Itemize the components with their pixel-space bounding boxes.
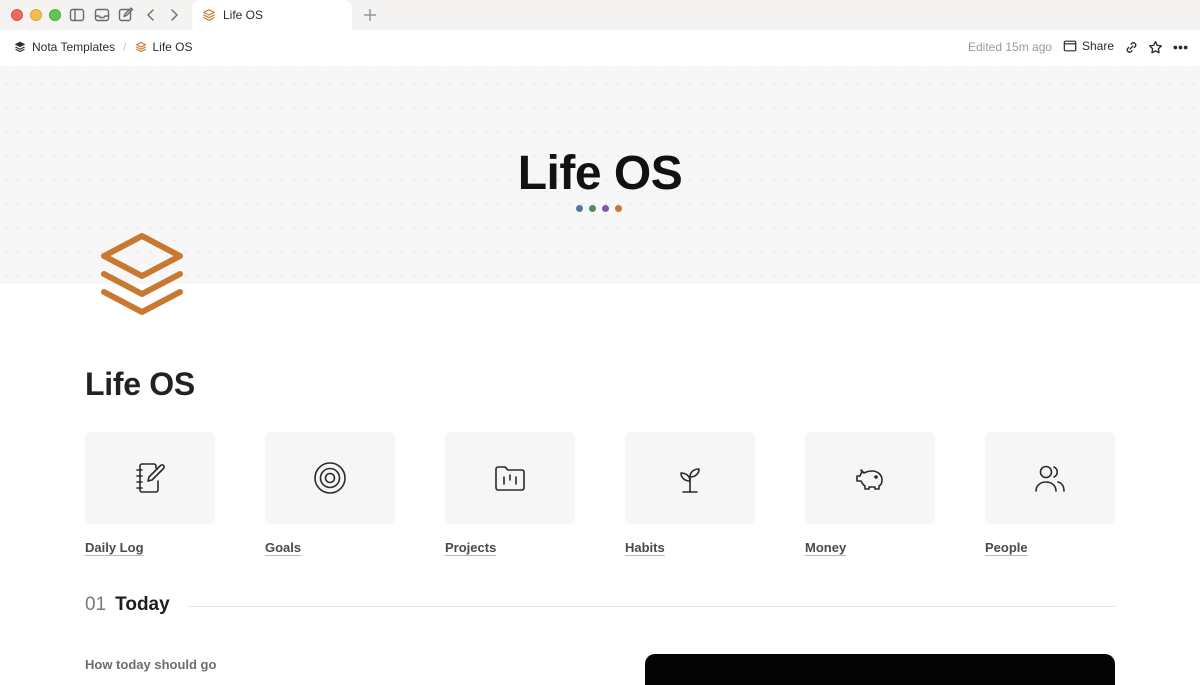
breadcrumb-item-workspace[interactable]: Nota Templates [14,40,115,54]
cover-dot-green [589,205,596,212]
card-money[interactable] [805,432,935,524]
forward-arrow-icon[interactable] [165,6,183,24]
edited-timestamp: Edited 15m ago [968,40,1053,54]
stack-layers-icon [101,233,183,315]
section-number: 01 [85,594,107,615]
users-icon [1035,465,1065,492]
card-habits[interactable] [625,432,755,524]
back-arrow-icon[interactable] [142,6,160,24]
cover-dots [576,205,622,212]
target-icon [314,462,346,494]
plus-icon [364,9,376,21]
cover-dot-blue [576,205,583,212]
breadcrumb-item-page[interactable]: Life OS [135,40,193,54]
tab-label: Life OS [223,8,264,22]
more-options-icon[interactable] [1172,39,1188,55]
card-projects[interactable] [445,432,575,524]
breadcrumb-label: Life OS [152,40,193,54]
stack-layers-icon [15,41,25,53]
zoom-window-button[interactable] [49,9,61,21]
page-heading: Life OS [85,366,195,402]
compose-icon[interactable] [117,6,135,24]
cover-title: Life OS [517,147,683,200]
title-bar: Life OS [0,0,1200,30]
sidebar-toggle-icon[interactable] [68,6,86,24]
embed-block[interactable] [645,654,1115,685]
card-label-daily-log[interactable]: Daily Log [85,540,144,555]
card-label-people[interactable]: People [985,540,1028,555]
card-goals[interactable] [265,432,395,524]
breadcrumb-label: Nota Templates [32,40,116,54]
new-tab-button[interactable] [361,6,379,24]
stack-layers-icon [203,9,215,21]
folder-chart-icon [495,466,525,491]
minimize-window-button[interactable] [30,9,42,21]
card-label-projects[interactable]: Projects [445,540,496,555]
cover-dot-orange [615,205,622,212]
card-people[interactable] [985,432,1115,524]
section-heading: 01 Today [85,594,170,616]
notebook-pen-icon [136,463,165,493]
card-label-goals[interactable]: Goals [265,540,301,555]
section-divider [188,606,1115,607]
breadcrumb: Nota Templates / Life OS [14,40,193,54]
window-icon [1063,40,1077,52]
share-button[interactable]: Share [1063,39,1114,53]
star-icon[interactable] [1147,39,1163,55]
cover-dot-purple [602,205,609,212]
card-label-habits[interactable]: Habits [625,540,665,555]
link-icon[interactable] [1123,39,1139,55]
page-toolbar: Nota Templates / Life OS Edited 15m ago … [0,30,1200,66]
card-label-money[interactable]: Money [805,540,846,555]
sprout-icon [680,468,700,493]
breadcrumb-separator: / [123,40,127,54]
today-subheading: How today should go [85,657,217,672]
share-label: Share [1082,39,1115,53]
tab-life-os[interactable]: Life OS [192,0,352,30]
stack-layers-icon [135,41,146,53]
section-title: Today [115,594,170,615]
inbox-icon[interactable] [93,6,111,24]
close-window-button[interactable] [11,9,23,21]
piggy-bank-icon [856,469,883,490]
page-icon[interactable] [98,230,186,318]
card-daily-log[interactable] [85,432,215,524]
